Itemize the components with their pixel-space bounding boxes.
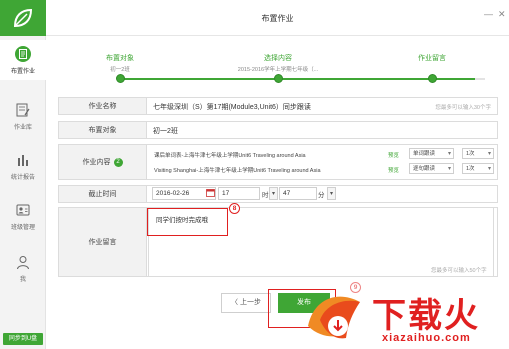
target-row: 布置对象 初一2班 bbox=[58, 121, 498, 139]
sync-to-usb-button[interactable]: 同步到U盘 bbox=[3, 333, 43, 345]
sidebar-item-me[interactable]: 我 bbox=[0, 248, 46, 288]
mode-select-2[interactable]: 逐句跟读 bbox=[409, 163, 454, 174]
count-select-1[interactable]: 1次 bbox=[462, 148, 494, 159]
close-icon[interactable]: ✕ bbox=[498, 9, 506, 20]
minute-unit: 分 bbox=[318, 192, 325, 199]
step-label-1: 布置对象 bbox=[106, 55, 134, 62]
deadline-hour-input[interactable]: 17 bbox=[218, 187, 260, 200]
content-count-badge: 2 bbox=[113, 157, 123, 167]
watermark: 下载火 xiazaihuo.com bbox=[300, 280, 509, 349]
content-item-1: 课后单词表-上海牛津七年级上学期Unit6 Traveling around A… bbox=[154, 153, 306, 159]
step-track-progress bbox=[120, 78, 475, 80]
step-sub-2: 2015-2016学年上学期七年级（... bbox=[237, 67, 319, 73]
watermark-text: 下载火 bbox=[372, 297, 480, 335]
hour-unit: 时 bbox=[262, 192, 269, 199]
homework-name-label: 作业名称 bbox=[59, 98, 147, 114]
sidebar-item-label: 统计报告 bbox=[10, 175, 35, 181]
step-dot-1 bbox=[116, 74, 125, 83]
step-dot-3 bbox=[428, 74, 437, 83]
step-progress: 布置对象 初一2班 选择内容 2015-2016学年上学期七年级（... 作业留… bbox=[46, 36, 509, 90]
minute-dropdown-icon[interactable]: ▾ bbox=[327, 187, 336, 200]
content-item-2: Visiting Shanghai-上海牛津七年级上学期Unit6 Travel… bbox=[154, 168, 321, 174]
page-title: 布置作业 bbox=[261, 14, 294, 23]
message-hint: 您最多可以输入50个字 bbox=[431, 268, 487, 274]
content-label-cell: 作业内容 2 bbox=[59, 145, 147, 179]
sidebar-item-label: 布置作业 bbox=[10, 69, 35, 75]
sidebar-item-label: 班级管理 bbox=[10, 225, 35, 231]
prev-step-button[interactable]: 〈 上一步 bbox=[221, 293, 271, 313]
message-label: 作业留言 bbox=[59, 208, 147, 276]
mode-select-1[interactable]: 单词跟读 bbox=[409, 148, 454, 159]
homework-name-hint: 您最多可以输入30个字 bbox=[435, 105, 491, 111]
homework-library-icon bbox=[14, 101, 32, 119]
sidebar-item-statistics[interactable]: 统计报告 bbox=[0, 146, 46, 186]
sidebar-item-homework-library[interactable]: 作业库 bbox=[0, 96, 46, 136]
watermark-url: xiazaihuo.com bbox=[382, 332, 471, 344]
prev-step-label: 上一步 bbox=[239, 299, 261, 306]
target-label: 布置对象 bbox=[59, 122, 147, 138]
content-label: 作业内容 bbox=[82, 159, 111, 166]
leaf-logo-icon bbox=[13, 8, 33, 28]
minimize-icon[interactable]: — bbox=[484, 9, 493, 19]
preview-link-1[interactable]: 预览 bbox=[388, 151, 399, 159]
target-value: 初一2班 bbox=[153, 128, 178, 135]
preview-link-2[interactable]: 预览 bbox=[388, 166, 399, 174]
annotation-8: 8 bbox=[229, 203, 240, 214]
statistics-icon bbox=[14, 151, 32, 169]
step-label-3: 作业留言 bbox=[418, 55, 446, 62]
homework-name-field[interactable]: 七年级深圳（S）第17期(Module3,Unit6）同步跟读 bbox=[153, 102, 311, 112]
sidebar-item-class-management[interactable]: 班级管理 bbox=[0, 196, 46, 236]
sidebar-item-label: 我 bbox=[19, 277, 26, 283]
assign-homework-icon bbox=[14, 45, 32, 63]
deadline-minute-input[interactable]: 47 bbox=[279, 187, 317, 200]
sidebar: 布置作业 作业库 统计报告 班级管理 我 同步到U盘 bbox=[0, 0, 46, 349]
sidebar-item-label: 作业库 bbox=[13, 125, 32, 131]
class-management-icon bbox=[14, 201, 32, 219]
app-logo bbox=[0, 0, 46, 36]
step-label-2: 选择内容 bbox=[264, 55, 292, 62]
hour-dropdown-icon[interactable]: ▾ bbox=[269, 187, 278, 200]
person-icon bbox=[14, 253, 32, 271]
deadline-label: 截止时间 bbox=[59, 186, 147, 202]
sidebar-item-assign-homework[interactable]: 布置作业 bbox=[0, 40, 46, 80]
step-dot-2 bbox=[274, 74, 283, 83]
highlight-box-message bbox=[147, 208, 228, 236]
calendar-icon[interactable] bbox=[206, 188, 215, 199]
count-select-2[interactable]: 1次 bbox=[462, 163, 494, 174]
chevron-left-icon: 〈 bbox=[231, 299, 240, 306]
header: 布置作业 — ✕ bbox=[46, 0, 509, 36]
homework-name-row: 作业名称 七年级深圳（S）第17期(Module3,Unit6）同步跟读 您最多… bbox=[58, 97, 498, 115]
step-sub-1: 初一2班 bbox=[110, 67, 130, 73]
deadline-row: 截止时间 bbox=[58, 185, 498, 203]
